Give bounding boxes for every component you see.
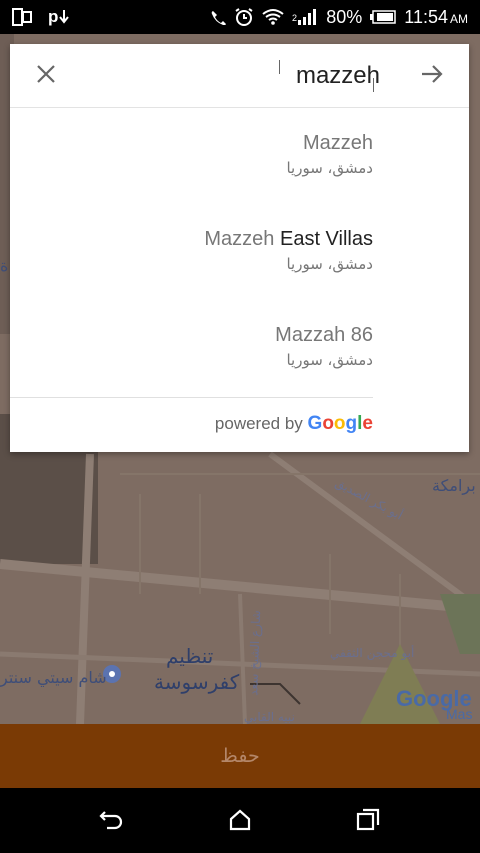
map-label-kafrsouseh: كفرسوسة xyxy=(154,670,240,694)
suggestion-item[interactable]: Mazzeh East Villas دمشق، سوريا xyxy=(33,228,373,273)
map-label-abu-mihjan: أبو محجن الثقفي xyxy=(330,646,415,660)
search-bar xyxy=(10,44,469,108)
suggestion-subtitle: دمشق، سوريا xyxy=(286,159,373,177)
save-button-label: حفظ xyxy=(220,745,260,767)
suggestion-subtitle: دمشق، سوريا xyxy=(286,351,373,369)
suggestion-subtitle: دمشق، سوريا xyxy=(286,255,373,273)
alarm-icon xyxy=(234,7,254,27)
attribution-divider xyxy=(10,397,373,398)
recent-apps-icon xyxy=(356,808,380,837)
p-download-icon: p xyxy=(48,7,72,27)
suggestion-match-text: Mazzeh xyxy=(204,228,275,250)
screen-icon xyxy=(12,8,34,26)
google-wordmark: Google xyxy=(307,413,373,434)
nav-home-button[interactable] xyxy=(226,808,254,836)
search-autocomplete-panel: Mazzeh دمشق، سوريا Mazzeh East Villas دم… xyxy=(10,44,469,452)
close-icon xyxy=(35,63,57,90)
map-label-mas: Mas xyxy=(446,706,473,722)
save-button[interactable]: حفظ xyxy=(0,724,480,788)
map-label-baramkeh: برامكة xyxy=(432,476,476,495)
nav-recent-button[interactable] xyxy=(354,808,382,836)
battery-percent: 80% xyxy=(326,6,363,27)
suggestion-match-text: Mazzeh xyxy=(302,132,373,154)
powered-by-google: powered by Google xyxy=(215,413,373,435)
suggestion-title: Mazzeh East Villas xyxy=(33,228,373,251)
status-bar: p 2 80% 11:54 AM xyxy=(0,0,480,34)
back-icon xyxy=(99,808,125,837)
powered-by-text: powered by xyxy=(214,414,303,433)
map-label-tanzim: تنظيم xyxy=(166,644,214,668)
suggestion-rest-text: East Villas xyxy=(274,228,373,250)
text-cursor-end xyxy=(373,78,374,92)
home-icon xyxy=(228,809,252,836)
suggestion-item[interactable]: Mazzeh دمشق، سوريا xyxy=(33,132,373,177)
map-label-sham-city: شام سيتي سنتر xyxy=(0,668,107,687)
system-nav-bar xyxy=(0,788,480,853)
svg-text:2: 2 xyxy=(292,13,297,23)
battery-icon xyxy=(370,10,397,24)
suggestion-item[interactable]: Mazzah 86 دمشق، سوريا xyxy=(33,324,373,369)
signal-icon: 2 xyxy=(292,8,318,26)
svg-text:p: p xyxy=(48,7,58,26)
call-icon xyxy=(210,9,227,25)
map-label-nabih: نبيه القابي xyxy=(244,710,295,724)
search-input[interactable] xyxy=(80,56,380,96)
arrow-right-icon xyxy=(420,63,444,90)
clock-ampm: AM xyxy=(450,11,468,26)
close-button[interactable] xyxy=(30,60,62,92)
suggestion-title: Mazzah 86 xyxy=(33,324,373,347)
suggestion-title: Mazzeh xyxy=(33,132,373,155)
map-label-sheikh-saad: شارع الشيخ سعد xyxy=(246,610,264,696)
wifi-icon xyxy=(262,8,284,26)
search-go-button[interactable] xyxy=(416,60,448,92)
nav-back-button[interactable] xyxy=(98,808,126,836)
clock-time: 11:54 xyxy=(404,6,448,27)
suggestion-match-text: Mazzah 86 xyxy=(275,324,373,346)
map-label-edge: ة xyxy=(0,256,9,275)
